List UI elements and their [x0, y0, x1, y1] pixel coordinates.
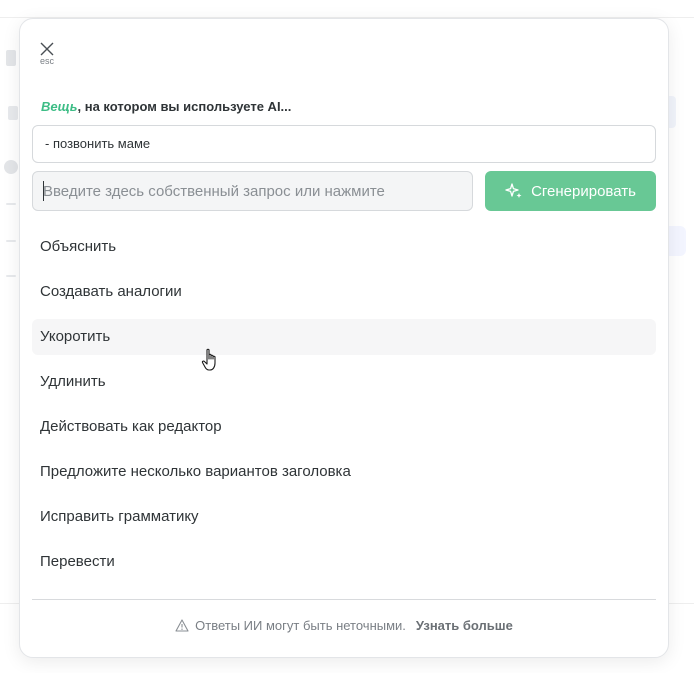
- warning-icon: [175, 619, 189, 632]
- background-bookmark-icon: [6, 50, 16, 66]
- text-caret: [43, 181, 44, 201]
- prompt-menu: Объяснить Создавать аналогии Укоротить У…: [32, 229, 656, 589]
- footer-divider: [32, 599, 656, 600]
- menu-item-analogies[interactable]: Создавать аналогии: [32, 274, 656, 310]
- generate-button[interactable]: Сгенерировать: [485, 171, 656, 211]
- custom-prompt-input[interactable]: [32, 171, 473, 211]
- menu-item-lengthen[interactable]: Удлинить: [32, 364, 656, 400]
- sparkles-icon: [505, 183, 522, 198]
- generate-button-label: Сгенерировать: [531, 182, 636, 200]
- close-button[interactable]: esc: [34, 39, 60, 69]
- menu-item-shorten[interactable]: Укоротить: [32, 319, 656, 355]
- disclaimer-footer: Ответы ИИ могут быть неточными. Узнать б…: [20, 618, 668, 633]
- background-fragment: [6, 275, 16, 277]
- close-shortcut-hint: esc: [39, 56, 54, 66]
- menu-item-translate[interactable]: Перевести: [32, 544, 656, 580]
- menu-item-explain[interactable]: Объяснить: [32, 229, 656, 265]
- menu-item-suggest-titles[interactable]: Предложите несколько вариантов заголовка: [32, 454, 656, 490]
- hand-cursor-icon: [201, 348, 216, 371]
- background-circle-icon: [4, 160, 18, 174]
- close-icon: [40, 42, 54, 56]
- background-fragment: [6, 203, 16, 205]
- ai-assistant-dialog: esc Вещь, на котором вы используете AI..…: [19, 18, 669, 658]
- disclaimer-text: Ответы ИИ могут быть неточными.: [195, 618, 406, 633]
- context-title-text: , на котором вы используете AI...: [77, 99, 292, 114]
- menu-item-act-as-editor[interactable]: Действовать как редактор: [32, 409, 656, 445]
- menu-item-fix-grammar[interactable]: Исправить грамматику: [32, 499, 656, 535]
- context-title-accent: Вещь: [41, 99, 78, 114]
- background-fragment: [6, 240, 16, 242]
- context-title: Вещь, на котором вы используете AI...: [41, 99, 291, 114]
- selected-text-box: - позвонить маме: [32, 125, 656, 163]
- background-fragment: [8, 106, 18, 120]
- learn-more-link[interactable]: Узнать больше: [416, 618, 513, 633]
